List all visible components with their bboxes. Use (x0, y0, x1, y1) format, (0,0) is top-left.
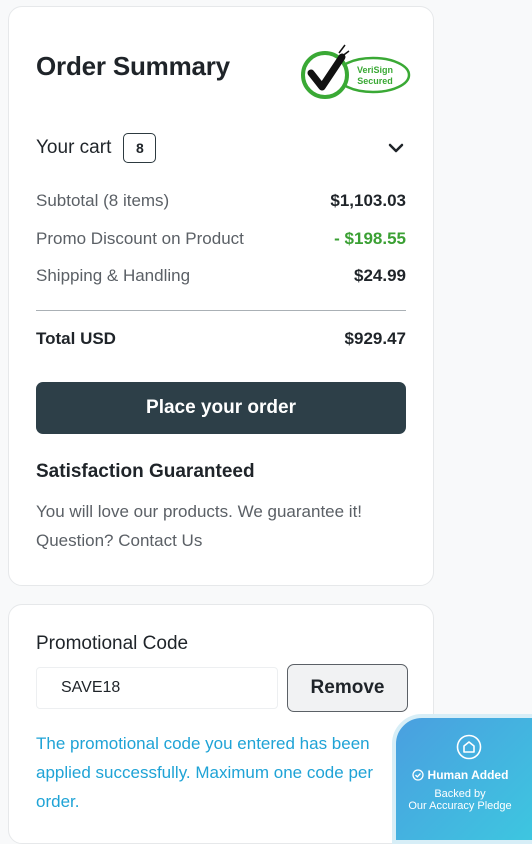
total-label: Total USD (36, 329, 116, 348)
subtotal-value: $1,103.03 (330, 191, 406, 210)
shipping-label: Shipping & Handling (36, 266, 191, 285)
shipping-value: $24.99 (354, 266, 406, 285)
cart-label: Your cart (36, 137, 112, 158)
order-summary-card: Order Summary VeriSign Secured Your cart… (8, 6, 434, 586)
satisfaction-title: Satisfaction Guaranteed (36, 461, 255, 482)
satisfaction-text: You will love our products. We guarantee… (36, 497, 416, 555)
order-summary-title: Order Summary (36, 51, 230, 81)
promo-discount-label: Promo Discount on Product (36, 229, 244, 248)
human-added-label: Human Added (396, 768, 524, 782)
divider (36, 310, 406, 311)
chevron-down-icon[interactable] (386, 138, 406, 158)
question-text: Question? (36, 531, 114, 550)
subtotal-label: Subtotal (8 items) (36, 191, 170, 210)
verisign-secured-badge[interactable]: VeriSign Secured (295, 43, 411, 103)
total-row: Total USD $929.47 (36, 329, 406, 349)
cart-toggle[interactable]: Your cart 8 (36, 133, 406, 163)
backed-by-text: Backed by (434, 788, 486, 800)
promo-code-title: Promotional Code (36, 633, 189, 654)
promo-code-card: Promotional Code SAVE18 Remove The promo… (8, 604, 434, 844)
promo-discount-value: - $198.55 (334, 229, 406, 248)
satisfaction-guarantee-text: You will love our products. We guarantee… (36, 502, 363, 521)
verisign-text-1: VeriSign (357, 65, 393, 75)
accuracy-pledge-text: Backed by Our Accuracy Pledge (396, 788, 524, 812)
place-order-button[interactable]: Place your order (36, 382, 406, 434)
human-added-text: Human Added (427, 768, 509, 782)
check-circle-icon (411, 769, 424, 781)
verisign-text-2: Secured (357, 76, 393, 86)
question-line: Question? Contact Us (36, 526, 416, 555)
cart-count-badge: 8 (123, 133, 157, 163)
shipping-row: Shipping & Handling $24.99 (36, 266, 406, 286)
accuracy-pledge-badge[interactable]: Human Added Backed by Our Accuracy Pledg… (392, 714, 532, 844)
promo-code-input[interactable]: SAVE18 (36, 667, 278, 709)
contact-us-link[interactable]: Contact Us (118, 531, 202, 550)
subtotal-row: Subtotal (8 items) $1,103.03 (36, 191, 406, 211)
total-value: $929.47 (344, 329, 406, 348)
shield-badge-icon (456, 734, 482, 760)
promo-discount-row: Promo Discount on Product - $198.55 (36, 229, 406, 249)
promo-success-message: The promotional code you entered has bee… (36, 734, 374, 811)
remove-promo-button[interactable]: Remove (287, 664, 408, 712)
pledge-text: Our Accuracy Pledge (408, 800, 512, 812)
